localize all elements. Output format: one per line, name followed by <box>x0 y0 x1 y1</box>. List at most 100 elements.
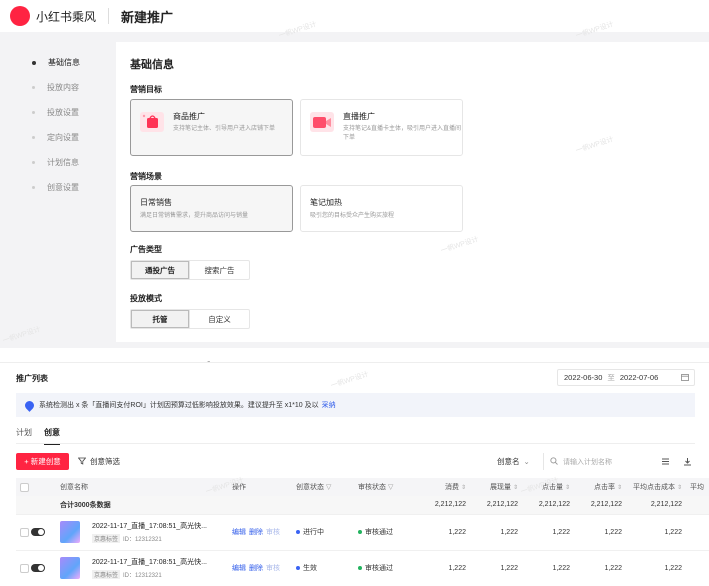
col-more: 平均 <box>686 478 709 496</box>
sidebar-item-creative[interactable]: 创意设置 <box>28 175 108 200</box>
summary-cpc: 2,212,122 <box>626 496 686 515</box>
step-dot-icon <box>32 136 35 139</box>
search-input[interactable]: 请输入计划名称 <box>543 453 650 470</box>
creative-title[interactable]: 2022-11-17_直播_17:08:51_高光快... <box>92 521 207 531</box>
watermark: 一帆WP设计 <box>330 371 370 390</box>
delivery-mode-custom-button[interactable]: 自定义 <box>190 310 249 328</box>
budget-alert: 系统检测出 x 条「直播间支付ROI」计划因预算过低影响投放效果。建议提升至 x… <box>16 393 695 417</box>
sidebar-item-targeting[interactable]: 定向设置 <box>28 125 108 150</box>
sort-icon: ⇕ <box>616 485 622 491</box>
search-field-select[interactable]: 创意名 ⌄ <box>497 453 539 470</box>
filter-icon <box>77 457 87 467</box>
sidebar-item-basic-info[interactable]: 基础信息 <box>28 50 108 75</box>
ad-type-label: 广告类型 <box>130 245 162 254</box>
step-dot-icon <box>32 86 35 89</box>
table-row[interactable]: 2022-11-17_直播_17:08:51_高光快... 京惠标签 ID：123… <box>16 514 709 551</box>
status-dot-icon <box>358 566 362 571</box>
status-dot-icon <box>358 530 362 535</box>
step-dot-icon <box>32 111 35 114</box>
section-title: 基础信息 <box>130 59 174 71</box>
summary-ctr: 2,212,122 <box>574 496 626 515</box>
table-header: 创意名称 操作 创意状态 ▽ 审核状态 ▽ 消费 ⇕ 展现量 ⇕ 点击量 ⇕ 点… <box>16 478 709 496</box>
new-creative-button[interactable]: + 新建创意 <box>16 453 69 470</box>
calendar-icon <box>681 373 689 383</box>
column-settings-icon[interactable] <box>657 453 674 470</box>
goal-option-live[interactable]: 直播推广 支持笔记&直播卡主体，吸引用户进入直播间下单 <box>300 99 463 156</box>
ad-type-general-button[interactable]: 通投广告 <box>131 261 190 279</box>
creative-id: ID：12312321 <box>122 573 162 579</box>
funnel-icon: ▽ <box>387 484 394 491</box>
search-icon <box>550 456 558 467</box>
summary-row: 合计3000条数据 2,212,122 2,212,122 2,212,122 … <box>16 496 709 515</box>
alert-adopt-link[interactable]: 采纳 <box>322 400 336 410</box>
ad-type-segmented: 通投广告 搜索广告 <box>130 260 250 280</box>
edit-link[interactable]: 编辑 <box>232 529 246 536</box>
row-toggle[interactable] <box>30 528 45 536</box>
scene-label: 营销场景 <box>130 172 162 181</box>
sort-icon: ⇕ <box>460 485 466 491</box>
row-checkbox[interactable] <box>20 563 29 573</box>
sort-icon: ⇕ <box>564 485 570 491</box>
sort-icon: ⇕ <box>512 485 518 491</box>
cell-ctr: 1,222 <box>574 550 626 586</box>
sidebar-item-content[interactable]: 投放内容 <box>28 75 108 100</box>
col-spend[interactable]: 消费 ⇕ <box>424 478 470 496</box>
option-title: 商品推广 <box>173 112 205 121</box>
summary-clicks: 2,212,122 <box>522 496 574 515</box>
col-creative-status[interactable]: 创意状态 ▽ <box>292 478 354 496</box>
scene-option-daily-sales[interactable]: 日常销售 满足日常销售需求，提升商品访问与销量 <box>130 185 293 232</box>
download-icon[interactable] <box>679 453 696 470</box>
delivery-mode-segmented: 托管 自定义 <box>130 309 250 329</box>
col-ctr[interactable]: 点击率 ⇕ <box>574 478 626 496</box>
creative-title[interactable]: 2022-11-17_直播_17:08:51_高光快... <box>92 557 207 567</box>
filter-label: 创意筛选 <box>90 457 120 466</box>
option-desc: 支持笔记&直播卡主体，吸引用户进入直播间下单 <box>343 126 462 141</box>
audit-link[interactable]: 审核 <box>266 565 280 572</box>
delete-link[interactable]: 删除 <box>249 565 263 572</box>
creative-tag: 京惠标签 <box>91 570 120 579</box>
sidebar-item-delivery-settings[interactable]: 投放设置 <box>28 100 108 125</box>
ad-type-search-button[interactable]: 搜索广告 <box>190 261 249 279</box>
creative-status: 生效 <box>303 565 317 572</box>
cell-clicks: 1,222 <box>522 550 574 586</box>
col-name: 创意名称 <box>56 478 228 496</box>
goal-label: 营销目标 <box>130 85 162 94</box>
review-status: 审核通过 <box>365 529 393 536</box>
col-review-status[interactable]: 审核状态 ▽ <box>354 478 424 496</box>
header-divider <box>108 8 110 24</box>
review-status: 审核通过 <box>365 565 393 572</box>
tabs-divider <box>16 443 695 444</box>
creative-filter-button[interactable]: 创意筛选 <box>77 453 120 470</box>
delivery-mode-managed-button[interactable]: 托管 <box>131 310 190 328</box>
promotion-list-panel: 推广列表 2022-06-30 至 2022-07-06 系统检测出 x 条「直… <box>0 362 709 586</box>
sidebar-item-plan-info[interactable]: 计划信息 <box>28 150 108 175</box>
delivery-mode-label: 投放模式 <box>130 294 162 303</box>
chevron-down-icon: ⌄ <box>523 457 530 466</box>
cell-spend: 1,222 <box>424 514 470 551</box>
status-dot-icon <box>296 530 300 535</box>
step-dot-icon <box>32 60 36 65</box>
audit-link[interactable]: 审核 <box>266 529 280 536</box>
option-desc: 吸引您的目标受众产生购买旅程 <box>310 213 395 219</box>
edit-link[interactable]: 编辑 <box>232 565 246 572</box>
select-all-checkbox[interactable] <box>16 478 56 496</box>
row-checkbox[interactable] <box>20 527 29 537</box>
summary-impressions: 2,212,122 <box>470 496 522 515</box>
page-title: 新建推广 <box>121 9 174 25</box>
step-dot-icon <box>32 161 35 164</box>
col-impressions[interactable]: 展现量 ⇕ <box>470 478 522 496</box>
live-camera-icon <box>310 112 334 132</box>
col-cpc[interactable]: 平均点击成本 ⇕ <box>626 478 686 496</box>
table-row[interactable]: 2022-11-17_直播_17:08:51_高光快... 京惠标签 ID：123… <box>16 550 709 586</box>
basic-info-card: 基础信息 营销目标 商品推广 支持笔记主体、引导用户进入店铺下单 直播推广 支持… <box>116 42 709 342</box>
row-toggle[interactable] <box>30 564 45 572</box>
scene-option-note-boost[interactable]: 笔记加热 吸引您的目标受众产生购买旅程 <box>300 185 463 232</box>
delete-link[interactable]: 删除 <box>249 529 263 536</box>
date-range-picker[interactable]: 2022-06-30 至 2022-07-06 <box>557 369 695 386</box>
goal-option-product[interactable]: 商品推广 支持笔记主体、引导用户进入店铺下单 <box>130 99 293 156</box>
summary-label: 合计3000条数据 <box>56 496 292 515</box>
creative-status: 进行中 <box>303 529 324 536</box>
brand-logo <box>10 6 30 26</box>
select-label: 创意名 <box>497 457 520 466</box>
funnel-icon: ▽ <box>325 484 332 491</box>
